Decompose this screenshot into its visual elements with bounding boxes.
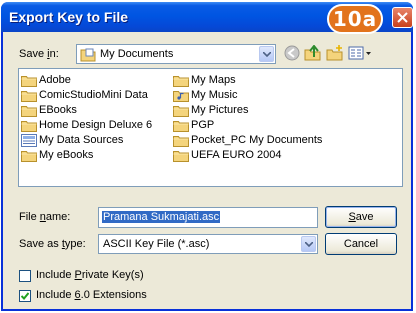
title-bar[interactable]: Export Key to File 10a — [1, 2, 413, 34]
list-item-label: ComicStudioMini Data — [39, 89, 148, 101]
list-item[interactable]: ComicStudioMini Data — [21, 88, 148, 102]
my-documents-icon — [80, 48, 96, 62]
list-item[interactable]: UEFA EURO 2004 — [173, 148, 282, 162]
folder-icon — [173, 150, 189, 162]
include-6-extensions-label[interactable]: Include 6.0 Extensions — [36, 289, 147, 301]
close-icon — [397, 12, 408, 23]
new-folder-icon — [326, 45, 343, 61]
chevron-down-icon — [305, 242, 313, 247]
music-folder-icon — [173, 90, 189, 102]
list-item[interactable]: My Data Sources — [21, 133, 123, 147]
list-item[interactable]: My Pictures — [173, 103, 248, 117]
list-item-label: EBooks — [39, 104, 77, 116]
folder-icon — [21, 105, 37, 117]
list-item-label: UEFA EURO 2004 — [191, 149, 282, 161]
checkmark-icon — [21, 292, 29, 300]
include-private-keys-label[interactable]: Include Private Key(s) — [36, 269, 144, 281]
up-folder-icon — [304, 44, 321, 61]
views-menu-icon — [348, 46, 371, 60]
save-as-type-value: ASCII Key File (*.asc) — [103, 238, 210, 250]
list-item[interactable]: My Music — [173, 88, 237, 102]
save-in-dropdown-button[interactable] — [259, 46, 274, 62]
file-list[interactable]: Adobe ComicStudioMini Data EBooks Home Desi… — [18, 68, 403, 187]
list-item-label: My Maps — [191, 74, 236, 86]
list-item[interactable]: My eBooks — [21, 148, 93, 162]
up-folder-button[interactable] — [304, 44, 322, 63]
file-name-label: File name: — [19, 211, 71, 223]
list-item[interactable]: EBooks — [21, 103, 77, 117]
views-menu-button[interactable] — [348, 45, 374, 63]
step-badge: 10a — [327, 4, 383, 34]
folder-icon — [21, 75, 37, 87]
list-item-label: My eBooks — [39, 149, 94, 161]
save-in-value: My Documents — [100, 48, 174, 60]
folder-icon — [173, 105, 189, 117]
file-name-value: Pramana Sukmajati.asc — [102, 211, 221, 223]
include-private-keys-checkbox[interactable] — [19, 270, 31, 282]
back-icon — [284, 45, 300, 61]
save-as-type-dropdown-button[interactable] — [301, 236, 316, 252]
save-in-combobox[interactable]: My Documents — [76, 44, 276, 64]
save-as-type-combobox[interactable]: ASCII Key File (*.asc) — [98, 234, 318, 254]
list-item[interactable]: My Maps — [173, 73, 236, 87]
list-item-label: PGP — [191, 119, 215, 131]
list-item-label: Home Design Deluxe 6 — [39, 119, 153, 131]
list-item[interactable]: PGP — [173, 118, 214, 132]
list-item-label: My Data Sources — [39, 134, 124, 146]
include-6-extensions-checkbox[interactable] — [19, 290, 31, 302]
list-item[interactable]: Adobe — [21, 73, 71, 87]
close-button[interactable] — [392, 7, 413, 28]
list-item-label: Adobe — [39, 74, 71, 86]
folder-icon — [173, 75, 189, 87]
back-button[interactable] — [284, 45, 300, 63]
list-item-label: My Music — [191, 89, 238, 101]
save-as-type-label: Save as type: — [19, 238, 86, 250]
folder-icon — [173, 120, 189, 132]
list-item-label: Pocket_PC My Documents — [191, 134, 323, 146]
list-item-label: My Pictures — [191, 104, 249, 116]
list-item[interactable]: Pocket_PC My Documents — [173, 133, 322, 147]
file-name-input[interactable]: Pramana Sukmajati.asc — [98, 207, 318, 228]
data-sources-icon — [21, 133, 37, 147]
window-title: Export Key to File — [9, 9, 129, 25]
new-folder-button[interactable] — [326, 45, 344, 63]
cancel-button[interactable]: Cancel — [325, 233, 397, 255]
chevron-down-icon — [263, 52, 271, 57]
save-in-label: Save in: — [19, 48, 59, 60]
folder-icon — [21, 150, 37, 162]
export-key-dialog: Export Key to File 10a Save in: My Docum… — [1, 2, 413, 311]
save-button[interactable]: Save — [325, 206, 397, 228]
folder-icon — [21, 90, 37, 102]
folder-icon — [21, 120, 37, 132]
folder-icon — [173, 135, 189, 147]
list-item[interactable]: Home Design Deluxe 6 — [21, 118, 152, 132]
